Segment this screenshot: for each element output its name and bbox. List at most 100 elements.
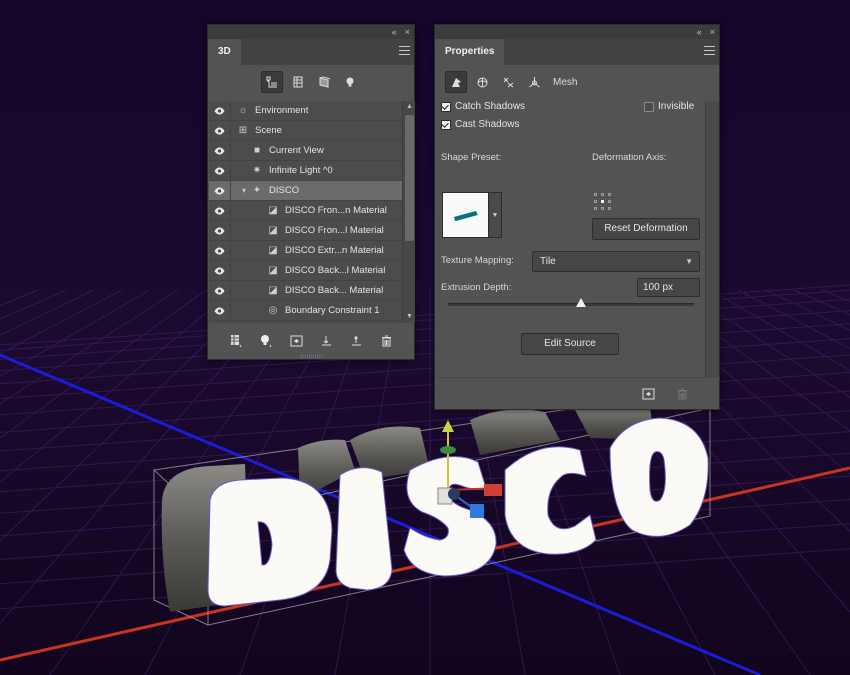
properties-footer bbox=[436, 377, 720, 409]
layer-list-scrollbar[interactable]: ▲ ▼ bbox=[402, 101, 415, 323]
properties-body: Catch Shadows Invisible Cast Shadows Sha… bbox=[436, 101, 706, 401]
new-light-icon[interactable] bbox=[256, 331, 276, 351]
cap-mode-icon[interactable] bbox=[497, 71, 519, 93]
visibility-eye-icon[interactable] bbox=[209, 260, 231, 281]
catch-shadows-checkbox[interactable] bbox=[441, 101, 451, 112]
properties-scrollbar[interactable] bbox=[705, 101, 719, 377]
visibility-eye-icon[interactable] bbox=[209, 240, 231, 261]
layer-row[interactable]: ⊞ Scene bbox=[209, 120, 415, 141]
layer-name: Scene bbox=[255, 125, 282, 136]
shape-preset-label: Shape Preset: bbox=[441, 152, 502, 163]
ground-plane-icon[interactable] bbox=[316, 331, 336, 351]
layer-name: Environment bbox=[255, 105, 309, 116]
deformation-axis-label: Deformation Axis: bbox=[592, 152, 667, 163]
material-icon: ◪ bbox=[268, 245, 278, 256]
scroll-thumb[interactable] bbox=[405, 115, 414, 241]
3d-filter-bar bbox=[208, 65, 414, 99]
layer-row[interactable]: ■ Current View bbox=[209, 140, 415, 161]
scene-filter-icon[interactable] bbox=[261, 71, 283, 93]
close-panel-icon[interactable]: × bbox=[405, 25, 410, 39]
layer-row[interactable]: ☼ Environment bbox=[209, 101, 415, 121]
mesh-mode-label: Mesh bbox=[553, 76, 578, 88]
layer-name: Boundary Constraint 1 bbox=[285, 305, 380, 316]
visibility-eye-icon[interactable] bbox=[209, 160, 231, 181]
mesh-icon: ✦ bbox=[252, 185, 262, 196]
layer-name: DISCO Back...l Material bbox=[285, 265, 386, 276]
scroll-up-icon[interactable]: ▲ bbox=[403, 101, 415, 113]
layer-row[interactable]: ◪ DISCO Extr...n Material bbox=[209, 240, 415, 261]
shape-preset-dropdown-icon[interactable]: ▼ bbox=[489, 192, 502, 238]
layer-name: Infinite Light ^0 bbox=[269, 165, 333, 176]
trash-icon[interactable] bbox=[376, 331, 396, 351]
layer-name: Current View bbox=[269, 145, 324, 156]
panel-menu-icon[interactable] bbox=[399, 46, 410, 56]
collapse-panel-icon[interactable]: « bbox=[392, 25, 397, 39]
invisible-checkbox[interactable] bbox=[644, 101, 654, 112]
panel-menu-icon[interactable] bbox=[704, 46, 715, 56]
texture-mapping-value: Tile bbox=[540, 256, 556, 267]
layer-row[interactable]: ◪ DISCO Back... Material bbox=[209, 280, 415, 301]
layer-row[interactable]: ◪ DISCO Fron...n Material bbox=[209, 200, 415, 221]
panel-resize-grip[interactable] bbox=[300, 355, 322, 358]
visibility-eye-icon[interactable] bbox=[209, 220, 231, 241]
cast-shadows-label: Cast Shadows bbox=[455, 119, 520, 130]
cast-shadows-checkbox[interactable] bbox=[441, 119, 451, 130]
collapse-panel-icon[interactable]: « bbox=[697, 25, 702, 39]
visibility-eye-icon[interactable] bbox=[209, 101, 231, 121]
deformation-axis-grid[interactable] bbox=[594, 193, 614, 213]
layer-row[interactable]: ◎ Boundary Constraint 1 bbox=[209, 300, 415, 321]
3d-panel-tabs: 3D bbox=[208, 39, 414, 65]
extrusion-depth-slider-thumb[interactable] bbox=[575, 298, 586, 307]
catch-shadows-label: Catch Shadows bbox=[455, 101, 526, 112]
3d-viewport[interactable] bbox=[0, 0, 850, 675]
environment-icon: ☼ bbox=[238, 105, 248, 116]
layer-row[interactable]: ◪ DISCO Fron...l Material bbox=[209, 220, 415, 241]
meshes-filter-icon[interactable] bbox=[287, 71, 309, 93]
layer-row[interactable]: ◪ DISCO Back...l Material bbox=[209, 260, 415, 281]
texture-mapping-select[interactable]: Tile ▼ bbox=[532, 251, 700, 272]
visibility-eye-icon[interactable] bbox=[209, 280, 231, 301]
drop-to-plane-icon[interactable] bbox=[346, 331, 366, 351]
visibility-eye-icon[interactable] bbox=[209, 300, 231, 321]
cast-shadows-row: Cast Shadows bbox=[441, 119, 519, 130]
shape-preset-thumbnail[interactable] bbox=[442, 192, 489, 238]
layer-name: DISCO Fron...n Material bbox=[285, 205, 387, 216]
render-icon[interactable] bbox=[286, 331, 306, 351]
coordinates-mode-icon[interactable] bbox=[523, 71, 545, 93]
extrusion-depth-label: Extrusion Depth: bbox=[441, 282, 512, 293]
viewport-background bbox=[0, 0, 850, 675]
3d-panel-toolbar bbox=[208, 323, 414, 359]
layer-name: DISCO Fron...l Material bbox=[285, 225, 384, 236]
3d-layer-list: ☼ Environment ⊞ Scene ■ Current View ✷ Infinite… bbox=[209, 101, 415, 323]
layer-name: DISCO Extr...n Material bbox=[285, 245, 384, 256]
visibility-eye-icon[interactable] bbox=[209, 180, 231, 201]
visibility-eye-icon[interactable] bbox=[209, 140, 231, 161]
extrusion-depth-input[interactable]: 100 px bbox=[637, 278, 700, 297]
deform-mode-icon[interactable] bbox=[471, 71, 493, 93]
tab-3d[interactable]: 3D bbox=[208, 39, 241, 65]
tab-properties[interactable]: Properties bbox=[435, 39, 505, 65]
layer-name: DISCO bbox=[269, 185, 300, 196]
mesh-mode-icon[interactable] bbox=[445, 71, 467, 93]
materials-filter-icon[interactable] bbox=[313, 71, 335, 93]
chevron-down-icon: ▼ bbox=[685, 257, 693, 266]
close-panel-icon[interactable]: × bbox=[710, 25, 715, 39]
trash-icon[interactable] bbox=[672, 384, 692, 404]
edit-source-button[interactable]: Edit Source bbox=[521, 333, 619, 355]
render-icon[interactable] bbox=[638, 384, 658, 404]
invisible-row: Invisible bbox=[644, 101, 694, 112]
reset-deformation-button[interactable]: Reset Deformation bbox=[592, 218, 700, 240]
visibility-eye-icon[interactable] bbox=[209, 120, 231, 141]
extrusion-depth-slider[interactable] bbox=[448, 298, 694, 307]
layer-name: DISCO Back... Material bbox=[285, 285, 384, 296]
lights-filter-icon[interactable] bbox=[339, 71, 361, 93]
3d-panel: « × 3D ☼ Environment ⊞ Scene ■ Current View ✷ I… bbox=[207, 24, 415, 360]
material-icon: ◪ bbox=[268, 285, 278, 296]
expand-chevron-icon[interactable]: ▾ bbox=[239, 186, 249, 195]
properties-topbar: « × bbox=[435, 25, 719, 39]
new-mesh-icon[interactable] bbox=[226, 331, 246, 351]
layer-row[interactable]: ✷ Infinite Light ^0 bbox=[209, 160, 415, 181]
scroll-down-icon[interactable]: ▼ bbox=[403, 311, 415, 323]
visibility-eye-icon[interactable] bbox=[209, 200, 231, 221]
layer-row[interactable]: ▾ ✦ DISCO bbox=[209, 180, 415, 201]
